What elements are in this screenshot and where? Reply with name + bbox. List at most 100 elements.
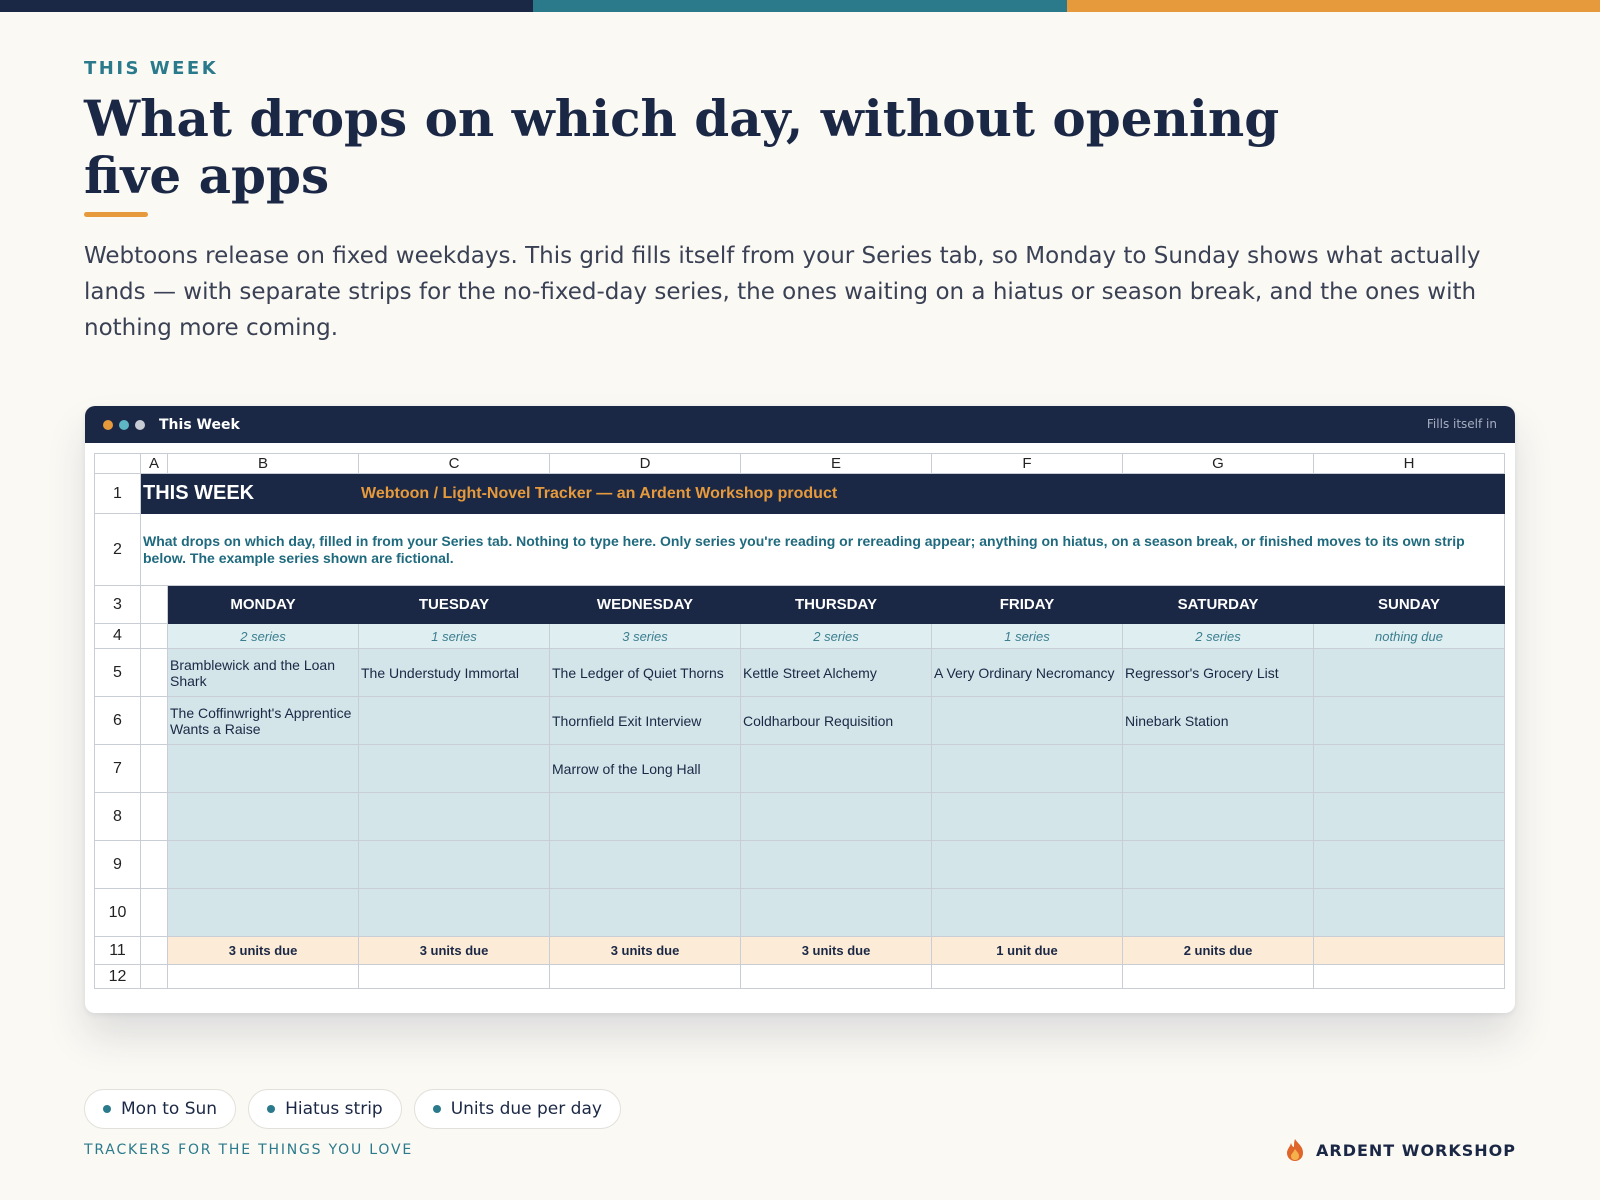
series-count-wednesday[interactable]: 3 series — [549, 623, 741, 649]
schedule-cell-saturday[interactable] — [1122, 792, 1314, 841]
schedule-cell-saturday[interactable] — [1122, 840, 1314, 889]
schedule-cell-wednesday[interactable] — [549, 840, 741, 889]
series-count-tuesday[interactable]: 1 series — [358, 623, 550, 649]
schedule-cell-monday[interactable] — [167, 792, 359, 841]
schedule-cell-thursday[interactable]: Coldharbour Requisition — [740, 696, 932, 745]
row-header-9[interactable]: 9 — [94, 840, 141, 889]
row-header-3[interactable]: 3 — [94, 585, 141, 624]
empty-cell[interactable] — [358, 964, 550, 989]
series-count-friday[interactable]: 1 series — [931, 623, 1123, 649]
day-header-sunday[interactable]: SUNDAY — [1313, 585, 1505, 624]
chip-mon-to-sun[interactable]: Mon to Sun — [84, 1089, 237, 1129]
series-count-sunday[interactable]: nothing due — [1313, 623, 1505, 649]
schedule-cell-sunday[interactable] — [1313, 696, 1505, 745]
schedule-cell-wednesday[interactable]: Marrow of the Long Hall — [549, 744, 741, 793]
day-header-monday[interactable]: MONDAY — [167, 585, 359, 624]
brand-logo[interactable]: ARDENT WORKSHOP — [1284, 1138, 1516, 1162]
schedule-cell-friday[interactable] — [931, 744, 1123, 793]
day-header-tuesday[interactable]: TUESDAY — [358, 585, 550, 624]
schedule-cell-wednesday[interactable]: Thornfield Exit Interview — [549, 696, 741, 745]
select-all-corner[interactable] — [94, 453, 141, 474]
column-header-b[interactable]: B — [167, 453, 359, 474]
units-due-monday[interactable]: 3 units due — [167, 936, 359, 965]
schedule-cell-sunday[interactable] — [1313, 792, 1505, 841]
schedule-cell-tuesday[interactable]: The Understudy Immortal — [358, 648, 550, 697]
cell-a8[interactable] — [140, 792, 168, 841]
schedule-cell-monday[interactable]: Bramblewick and the Loan Shark — [167, 648, 359, 697]
day-header-wednesday[interactable]: WEDNESDAY — [549, 585, 741, 624]
cell-a6[interactable] — [140, 696, 168, 745]
schedule-cell-tuesday[interactable] — [358, 696, 550, 745]
schedule-cell-thursday[interactable] — [740, 840, 932, 889]
empty-cell[interactable] — [931, 964, 1123, 989]
schedule-cell-tuesday[interactable] — [358, 888, 550, 937]
schedule-cell-tuesday[interactable] — [358, 792, 550, 841]
schedule-cell-tuesday[interactable] — [358, 840, 550, 889]
schedule-cell-monday[interactable] — [167, 888, 359, 937]
units-due-tuesday[interactable]: 3 units due — [358, 936, 550, 965]
row-header-11[interactable]: 11 — [94, 936, 141, 965]
schedule-cell-monday[interactable]: The Coffinwright's Apprentice Wants a Ra… — [167, 696, 359, 745]
column-header-e[interactable]: E — [740, 453, 932, 474]
schedule-cell-saturday[interactable]: Regressor's Grocery List — [1122, 648, 1314, 697]
cell-a4[interactable] — [140, 623, 168, 649]
units-due-wednesday[interactable]: 3 units due — [549, 936, 741, 965]
cell-a10[interactable] — [140, 888, 168, 937]
units-due-sunday[interactable] — [1313, 936, 1505, 965]
schedule-cell-sunday[interactable] — [1313, 744, 1505, 793]
units-due-saturday[interactable]: 2 units due — [1122, 936, 1314, 965]
day-header-thursday[interactable]: THURSDAY — [740, 585, 932, 624]
banner-title-cell[interactable]: THIS WEEK — [140, 473, 359, 514]
row-header-7[interactable]: 7 — [94, 744, 141, 793]
day-header-friday[interactable]: FRIDAY — [931, 585, 1123, 624]
schedule-cell-thursday[interactable] — [740, 888, 932, 937]
column-header-h[interactable]: H — [1313, 453, 1505, 474]
column-header-d[interactable]: D — [549, 453, 741, 474]
row-header-12[interactable]: 12 — [94, 964, 141, 989]
cell-a7[interactable] — [140, 744, 168, 793]
empty-cell[interactable] — [167, 964, 359, 989]
series-count-thursday[interactable]: 2 series — [740, 623, 932, 649]
column-header-g[interactable]: G — [1122, 453, 1314, 474]
cell-a3[interactable] — [140, 585, 168, 624]
column-header-f[interactable]: F — [931, 453, 1123, 474]
schedule-cell-friday[interactable] — [931, 696, 1123, 745]
empty-cell[interactable] — [740, 964, 932, 989]
chip-hiatus-strip[interactable]: Hiatus strip — [248, 1089, 402, 1129]
row-header-8[interactable]: 8 — [94, 792, 141, 841]
schedule-cell-wednesday[interactable] — [549, 888, 741, 937]
chip-units-due[interactable]: Units due per day — [413, 1089, 621, 1129]
schedule-cell-sunday[interactable] — [1313, 648, 1505, 697]
schedule-cell-friday[interactable] — [931, 840, 1123, 889]
schedule-cell-saturday[interactable] — [1122, 888, 1314, 937]
schedule-cell-wednesday[interactable]: The Ledger of Quiet Thorns — [549, 648, 741, 697]
schedule-cell-thursday[interactable] — [740, 792, 932, 841]
schedule-cell-tuesday[interactable] — [358, 744, 550, 793]
empty-cell[interactable] — [1313, 964, 1505, 989]
schedule-cell-saturday[interactable]: Ninebark Station — [1122, 696, 1314, 745]
schedule-cell-thursday[interactable]: Kettle Street Alchemy — [740, 648, 932, 697]
cell-a12[interactable] — [140, 964, 168, 989]
row-header-10[interactable]: 10 — [94, 888, 141, 937]
schedule-cell-monday[interactable] — [167, 744, 359, 793]
units-due-thursday[interactable]: 3 units due — [740, 936, 932, 965]
cell-a9[interactable] — [140, 840, 168, 889]
cell-a11[interactable] — [140, 936, 168, 965]
day-header-saturday[interactable]: SATURDAY — [1122, 585, 1314, 624]
series-count-monday[interactable]: 2 series — [167, 623, 359, 649]
schedule-cell-monday[interactable] — [167, 840, 359, 889]
row-header-4[interactable]: 4 — [94, 623, 141, 649]
empty-cell[interactable] — [1122, 964, 1314, 989]
schedule-cell-saturday[interactable] — [1122, 744, 1314, 793]
schedule-cell-sunday[interactable] — [1313, 888, 1505, 937]
schedule-cell-thursday[interactable] — [740, 744, 932, 793]
series-count-saturday[interactable]: 2 series — [1122, 623, 1314, 649]
empty-cell[interactable] — [549, 964, 741, 989]
column-header-c[interactable]: C — [358, 453, 550, 474]
row-header-6[interactable]: 6 — [94, 696, 141, 745]
schedule-cell-friday[interactable]: A Very Ordinary Necromancy — [931, 648, 1123, 697]
schedule-cell-friday[interactable] — [931, 792, 1123, 841]
units-due-friday[interactable]: 1 unit due — [931, 936, 1123, 965]
cell-a5[interactable] — [140, 648, 168, 697]
banner-subtitle-cell[interactable]: Webtoon / Light-Novel Tracker — an Arden… — [358, 473, 1505, 514]
